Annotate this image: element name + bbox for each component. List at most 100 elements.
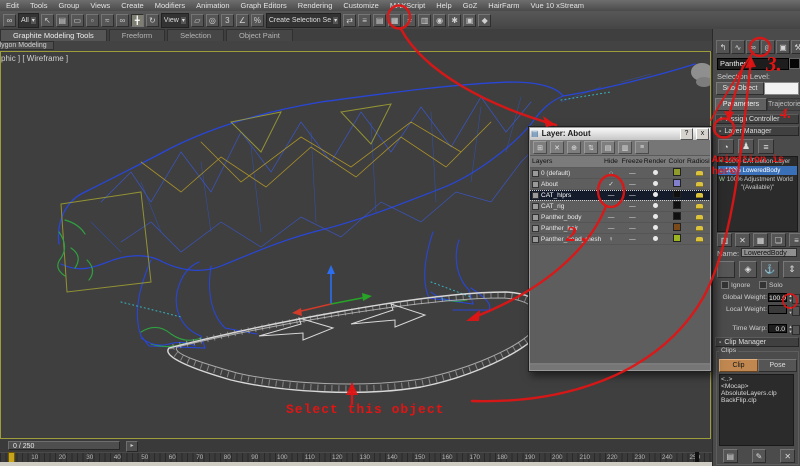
viewcube[interactable] <box>691 63 711 87</box>
col-render[interactable]: Render <box>644 158 667 165</box>
table-row[interactable]: CAT_hlprs — — <box>529 190 711 201</box>
create-tab-icon[interactable]: ↰ <box>716 40 730 54</box>
col-color[interactable]: Color <box>666 158 687 165</box>
col-layers[interactable]: Layers <box>529 158 601 165</box>
select-and-move-icon[interactable]: ╋▾ <box>131 14 144 27</box>
rendered-frame-icon[interactable]: ▣▾ <box>463 14 476 27</box>
highlight-layer-icon[interactable]: ▤ <box>601 141 615 154</box>
reference-coordinate-combo[interactable]: View▾ <box>161 13 189 28</box>
snap-magnet-icon[interactable]: ≈▾ <box>101 14 114 27</box>
viewport-label[interactable]: [ Orthographic ] [ Wireframe ] <box>0 54 68 63</box>
ribbon-tab[interactable]: Freeform <box>109 29 165 41</box>
curve-editor-icon[interactable]: ≈▾ <box>403 14 416 27</box>
pose-button[interactable]: Pose <box>758 359 797 372</box>
global-weight-field[interactable]: 100.0 <box>768 293 787 302</box>
save-clip-icon[interactable]: ▤ <box>723 449 738 463</box>
radiosity-icon[interactable] <box>687 181 711 188</box>
render-toggle[interactable] <box>644 203 667 210</box>
object-color-swatch[interactable] <box>789 58 800 69</box>
ribbon-toggle-icon[interactable]: ▦▾ <box>388 14 401 27</box>
select-by-name-icon[interactable]: ▤▾ <box>56 14 69 27</box>
rollout-clip-manager[interactable]: -Clip Manager <box>715 337 799 347</box>
subobject-button[interactable]: Sub-Object <box>716 82 764 95</box>
menu-item[interactable]: Animation <box>196 1 229 10</box>
render-toggle[interactable] <box>644 170 667 177</box>
ignore-checkbox[interactable]: Ignore <box>721 281 750 289</box>
menu-item[interactable]: GoZ <box>463 1 478 10</box>
select-object-icon[interactable]: ↖▾ <box>41 14 54 27</box>
radiosity-icon[interactable] <box>687 225 711 232</box>
clip-list-item[interactable]: AbsoluteLayers.clp <box>721 390 792 397</box>
radiosity-icon[interactable] <box>687 203 711 210</box>
list-item[interactable]: L 100% LoweredBody <box>718 166 797 175</box>
freeze-toggle[interactable]: — <box>621 214 644 221</box>
freeze-toggle[interactable]: — <box>621 192 644 199</box>
menu-item[interactable]: MAXScript <box>390 1 425 10</box>
rollout-layer-manager[interactable]: -Layer Manager <box>715 126 799 136</box>
selection-filter-combo[interactable]: All▾ <box>18 13 39 28</box>
layer-list-icon[interactable]: ≡ <box>758 139 774 154</box>
render-setup-icon[interactable]: ✱▾ <box>448 14 461 27</box>
object-name-field[interactable]: Panther <box>717 58 789 70</box>
freeze-toggle[interactable]: — <box>621 170 644 177</box>
align-icon[interactable]: ≡▾ <box>358 14 371 27</box>
delete-clip-icon[interactable]: ✕ <box>780 449 795 463</box>
menu-item[interactable]: Rendering <box>298 1 333 10</box>
new-layer-icon[interactable]: ⊞ <box>533 141 547 154</box>
hide-toggle[interactable]: ✓ <box>601 180 621 188</box>
close-button[interactable]: x <box>696 128 709 140</box>
menu-item[interactable]: Customize <box>343 1 378 10</box>
radiosity-icon[interactable] <box>687 236 711 243</box>
menu-item[interactable]: Group <box>58 1 79 10</box>
layer-name-field[interactable]: LoweredBody <box>741 248 797 257</box>
modify-tab-icon[interactable]: ∿ <box>731 40 745 54</box>
material-editor-icon[interactable]: ◉▾ <box>433 14 446 27</box>
color-swatch[interactable] <box>667 190 688 200</box>
subobject-level-box[interactable] <box>764 82 799 95</box>
use-pivot-center-icon[interactable]: ◎▾ <box>206 14 219 27</box>
col-freeze[interactable]: Freeze <box>621 158 644 165</box>
clip-list-item[interactable]: <..> <box>721 376 792 383</box>
select-and-scale-icon[interactable]: ▱▾ <box>191 14 204 27</box>
menu-item[interactable]: Edit <box>6 1 19 10</box>
hide-toggle[interactable]: — <box>601 203 621 210</box>
hide-toggle[interactable]: ○ <box>601 170 621 177</box>
clip-list-item[interactable]: <Mocap> <box>721 383 792 390</box>
named-selection-combo[interactable]: Create Selection Se▾ <box>266 13 341 28</box>
color-swatch[interactable] <box>667 234 688 244</box>
tab-parameters[interactable]: Parameters <box>715 98 767 111</box>
link-chain-icon[interactable]: ∞▾ <box>116 14 129 27</box>
select-and-link-icon[interactable]: ∞▾ <box>3 14 16 27</box>
hide-toggle[interactable]: — <box>601 192 621 199</box>
render-toggle[interactable] <box>644 181 667 188</box>
anchor-button[interactable]: ⚓ <box>761 261 779 278</box>
table-row[interactable]: About ✓ — <box>529 179 711 190</box>
freeze-toggle[interactable]: — <box>621 225 644 232</box>
render-toggle[interactable] <box>644 236 667 243</box>
render-toggle[interactable] <box>644 225 667 232</box>
absolute-layer-icon[interactable]: ♟ <box>738 139 754 154</box>
mirror-icon[interactable]: ⇄▾ <box>343 14 356 27</box>
ribbon-tab[interactable]: Graphite Modeling Tools <box>0 29 107 41</box>
select-and-rotate-icon[interactable]: ↻▾ <box>146 14 159 27</box>
motion-tab-icon[interactable]: ◎ <box>761 40 775 54</box>
menu-item[interactable]: Tools <box>30 1 48 10</box>
col-radiosity[interactable]: Radiosity <box>687 158 711 165</box>
list-item[interactable]: × 100% CATMotion Layer <box>718 157 797 166</box>
layer-properties-icon[interactable]: ≡ <box>789 233 800 247</box>
copy-layer-icon[interactable]: ▦ <box>753 233 768 247</box>
freeze-toggle[interactable]: — <box>621 203 644 210</box>
ribbon-tab[interactable]: Object Paint <box>226 29 293 41</box>
layer-dialog[interactable]: ▤ Layer: About ? x ⊞✕⊕⇅▤▥≡ Layers Hide F… <box>528 126 712 372</box>
col-hide[interactable]: Hide <box>601 158 621 165</box>
help-button[interactable]: ? <box>680 128 693 140</box>
table-row[interactable]: Panther_body — — <box>529 212 711 223</box>
table-row[interactable]: Panther_head_mesh ♀ — <box>529 234 711 245</box>
color-swatch[interactable] <box>667 201 688 211</box>
render-production-icon[interactable]: ◆▾ <box>478 14 491 27</box>
edit-clip-icon[interactable]: ✎ <box>752 449 767 463</box>
hide-toggle[interactable]: ♀ <box>601 236 621 243</box>
animation-layer-list[interactable]: × 100% CATMotion Layer L 100% LoweredBod… <box>717 156 798 232</box>
next-frame-button[interactable]: ▸ <box>126 441 138 452</box>
select-layer-objects-icon[interactable]: ⇅ <box>584 141 598 154</box>
